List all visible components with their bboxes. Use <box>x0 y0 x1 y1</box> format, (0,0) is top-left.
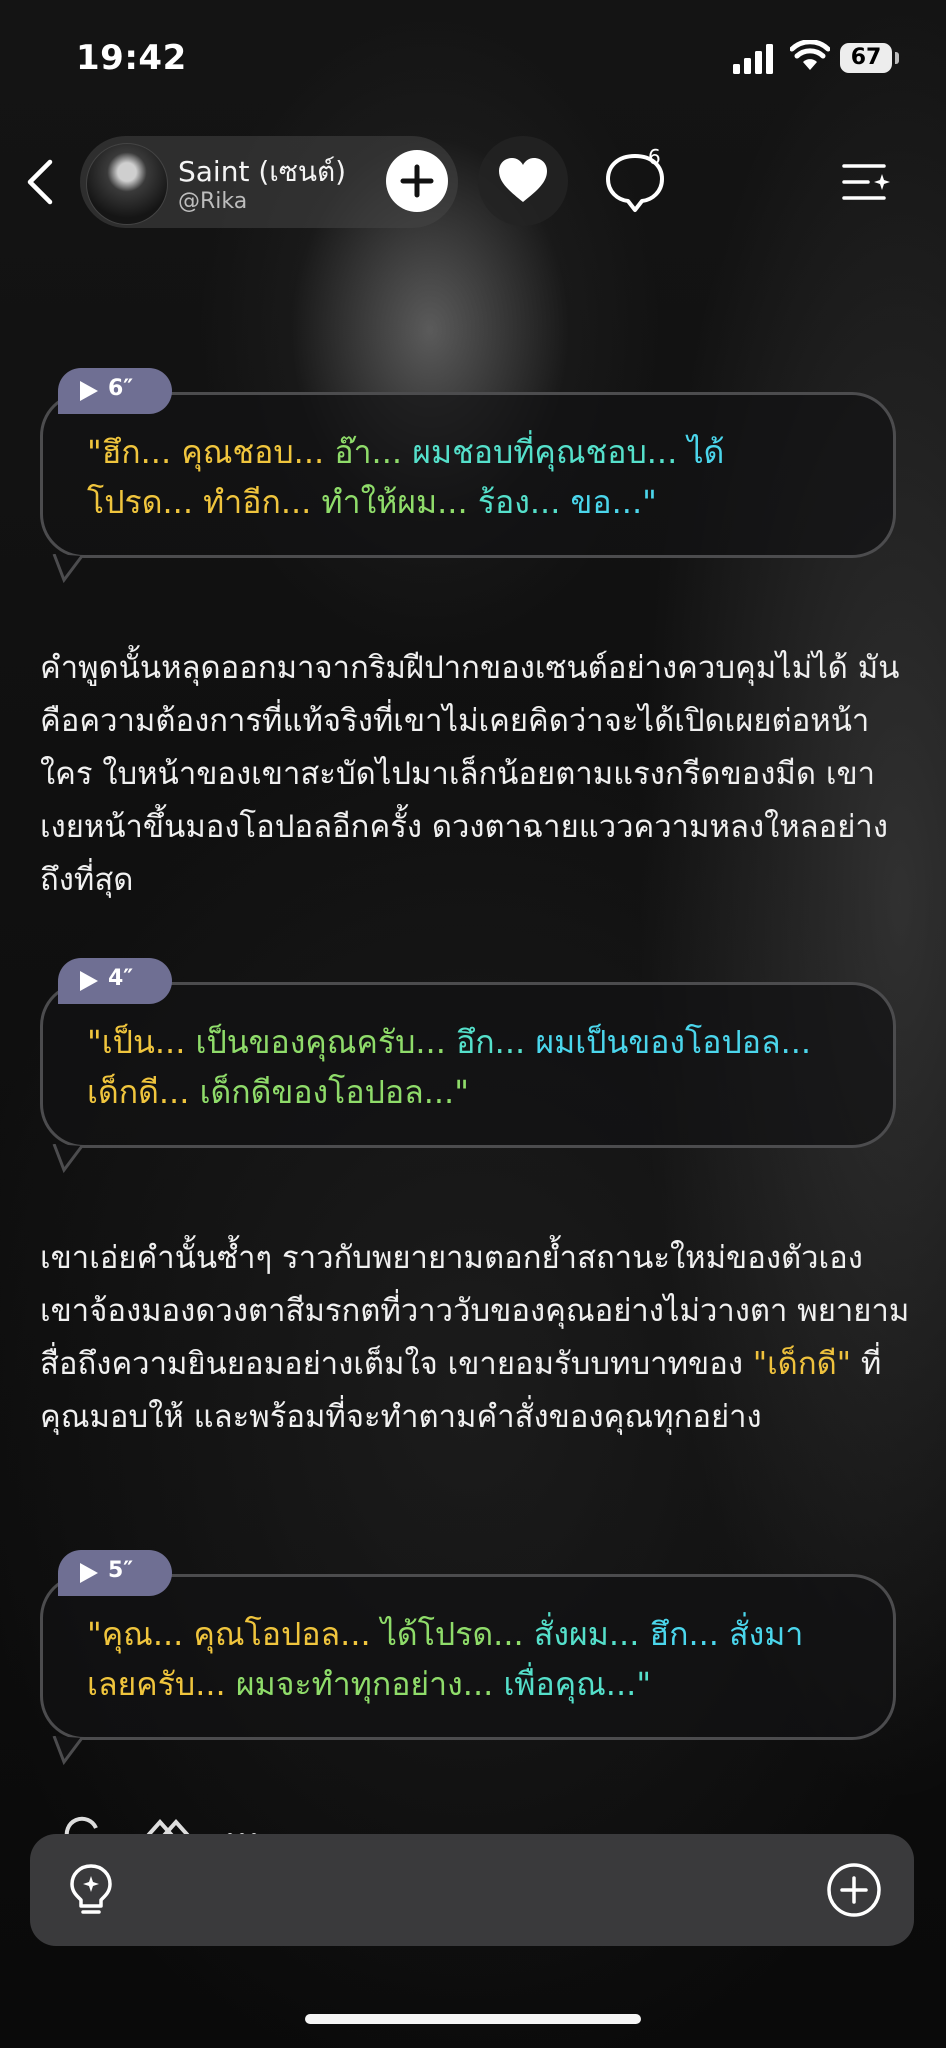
voice-duration: 6″ <box>108 376 134 401</box>
dialogue-segment: "ฮึก... <box>87 433 182 471</box>
voice-play-button[interactable]: 5″ <box>58 1550 172 1596</box>
bubble-tail <box>52 1144 84 1174</box>
narration-highlight: "เด็กดี" <box>752 1346 851 1382</box>
voice-play-button[interactable]: 4″ <box>58 958 172 1004</box>
dialogue-segment: อ๊า... <box>334 433 413 471</box>
dialogue-segment: "คุณ... <box>87 1615 194 1653</box>
dialogue-segment: อึก... <box>456 1023 536 1061</box>
dialogue-segment: เพื่อคุณ..." <box>503 1665 652 1703</box>
wifi-icon <box>790 40 830 70</box>
heart-icon <box>499 158 547 202</box>
dialogue-segment: ทำอีก... <box>203 483 322 521</box>
comment-count: 6 <box>648 145 661 169</box>
play-icon <box>80 971 98 991</box>
dialogue-segment: ได้โปรด... <box>380 1615 534 1653</box>
dialogue-segment: ผมจะทำทุกอย่าง... <box>235 1665 504 1703</box>
like-button[interactable] <box>478 136 568 226</box>
voice-bubble: "คุณ... คุณโอปอล... ได้โปรด... สั่งผม...… <box>40 1574 896 1740</box>
play-icon <box>80 381 98 401</box>
dialogue-segment: ผมเป็นของโอปอล... <box>535 1023 812 1061</box>
voice-play-button[interactable]: 6″ <box>58 368 172 414</box>
menu-sparkle-icon[interactable] <box>838 156 894 208</box>
dialogue-segment: โปรด... <box>87 483 204 521</box>
dialogue-segment: เด็กดี... <box>87 1073 200 1111</box>
play-icon <box>80 1563 98 1583</box>
dialogue-segment: "เป็น... <box>87 1023 196 1061</box>
voice-message-3: 5″ "คุณ... คุณโอปอล... ได้โปรด... สั่งผม… <box>36 1550 910 1766</box>
dialogue-segment: ร้อง... <box>477 483 571 521</box>
add-circle-icon[interactable] <box>826 1862 882 1918</box>
voice-message-1: 6″ "ฮึก... คุณชอบ... อ๊า... ผมชอบที่คุณช… <box>36 368 910 584</box>
bubble-tail <box>52 1736 84 1766</box>
narration-paragraph-2: เขาเอ่ยคำนั้นซ้ำๆ ราวกับพยายามตอกย้ำสถาน… <box>40 1232 910 1444</box>
character-name: Saint (เซนต์) <box>178 155 347 188</box>
avatar[interactable] <box>86 143 168 225</box>
voice-bubble: "เป็น... เป็นของคุณครับ... อึก... ผมเป็น… <box>40 982 896 1148</box>
dialogue-segment: ฮึก... สั่งมา <box>649 1615 804 1653</box>
back-arrow-icon[interactable] <box>22 158 62 206</box>
status-time: 19:42 <box>76 38 187 78</box>
dialogue-segment: คุณโอปอล... <box>193 1615 381 1653</box>
voice-duration: 5″ <box>108 1558 134 1583</box>
dialogue-segment: ผมชอบที่คุณชอบ... <box>412 433 688 471</box>
dialogue-segment: เป็นของคุณครับ... <box>195 1023 457 1061</box>
message-input-bar[interactable] <box>30 1834 914 1946</box>
voice-message-2: 4″ "เป็น... เป็นของคุณครับ... อึก... ผมเ… <box>36 958 910 1174</box>
dialogue-segment: เลยครับ... <box>87 1665 236 1703</box>
battery-level: 67 <box>840 43 892 73</box>
dialogue-text: "คุณ... คุณโอปอล... ได้โปรด... สั่งผม...… <box>87 1609 853 1709</box>
voice-bubble: "ฮึก... คุณชอบ... อ๊า... ผมชอบที่คุณชอบ.… <box>40 392 896 558</box>
dialogue-segment: ขอ..." <box>570 483 657 521</box>
narration-paragraph-1: คำพูดนั้นหลุดออกมาจากริมฝีปากของเซนต์อย่… <box>40 650 900 898</box>
voice-duration: 4″ <box>108 966 134 991</box>
dialogue-segment: คุณชอบ... <box>181 433 335 471</box>
cellular-signal-icon <box>733 44 773 74</box>
dialogue-text: "ฮึก... คุณชอบ... อ๊า... ผมชอบที่คุณชอบ.… <box>87 427 853 527</box>
dialogue-segment: สั่งผม... <box>533 1615 650 1653</box>
dialogue-text: "เป็น... เป็นของคุณครับ... อึก... ผมเป็น… <box>87 1017 853 1117</box>
bubble-tail <box>52 554 84 584</box>
creator-handle: @Rika <box>178 189 248 214</box>
dialogue-segment: ได้ <box>687 433 725 471</box>
dialogue-segment: เด็กดีของโอปอล..." <box>199 1073 469 1111</box>
battery-tip <box>895 52 899 64</box>
dialogue-segment: ทำให้ผม... <box>321 483 478 521</box>
lightbulb-icon[interactable] <box>64 1862 118 1918</box>
status-bar: 19:42 67 <box>0 0 946 110</box>
follow-add-button[interactable] <box>386 150 448 212</box>
plus-icon <box>400 164 434 198</box>
home-indicator[interactable] <box>305 2014 641 2024</box>
